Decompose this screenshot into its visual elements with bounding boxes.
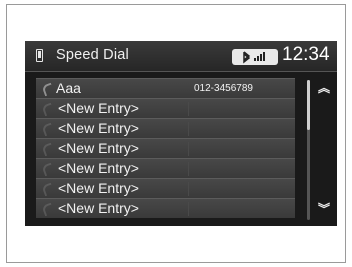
column-divider <box>188 182 189 196</box>
list-item[interactable]: Aaa 012-3456789 <box>36 78 295 98</box>
phone-handset-icon <box>41 202 55 217</box>
page-title: Speed Dial <box>56 47 129 63</box>
phone-icon <box>36 49 43 62</box>
clock: 12:34 <box>282 44 330 65</box>
column-divider <box>188 162 189 176</box>
phone-handset-icon <box>41 122 55 137</box>
scroll-thumb[interactable] <box>307 80 310 130</box>
navigation-screen: Speed Dial 12:34 Aaa 012-3456789 <New En… <box>25 41 337 226</box>
list-item[interactable]: <New Entry> <box>36 198 295 218</box>
list-item[interactable]: <New Entry> <box>36 118 295 138</box>
entry-number: 012-3456789 <box>194 83 253 94</box>
phone-handset-icon <box>41 82 55 97</box>
phone-handset-icon <box>41 182 55 197</box>
entry-name: <New Entry> <box>58 140 139 156</box>
list-item[interactable]: <New Entry> <box>36 158 295 178</box>
column-divider <box>188 142 189 156</box>
list-item[interactable]: <New Entry> <box>36 98 295 118</box>
entry-name: <New Entry> <box>58 180 139 196</box>
bluetooth-signal-icon <box>232 49 278 65</box>
list-item[interactable]: <New Entry> <box>36 178 295 198</box>
entry-name: <New Entry> <box>58 120 139 136</box>
list-item[interactable]: <New Entry> <box>36 138 295 158</box>
phone-handset-icon <box>41 162 55 177</box>
scroll-down-icon[interactable]: ︾ <box>317 200 331 217</box>
phone-handset-icon <box>41 102 55 117</box>
entry-name: <New Entry> <box>58 200 139 216</box>
scrollbar[interactable] <box>307 80 310 220</box>
column-divider <box>188 122 189 136</box>
entry-name: <New Entry> <box>58 100 139 116</box>
column-divider <box>188 202 189 216</box>
entry-name: <New Entry> <box>58 160 139 176</box>
header-bar: Speed Dial 12:34 <box>25 41 337 72</box>
entry-name: Aaa <box>56 80 81 96</box>
scroll-up-icon[interactable]: ︽ <box>317 79 331 96</box>
phone-handset-icon <box>41 142 55 157</box>
column-divider <box>188 102 189 116</box>
